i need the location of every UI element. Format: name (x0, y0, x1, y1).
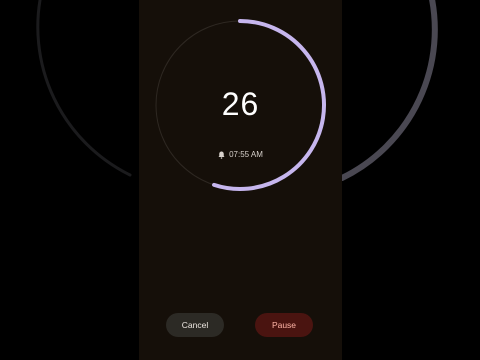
pause-button[interactable]: Pause (255, 313, 313, 337)
timer-screen: 26 07:55 AM Cancel Pause (139, 0, 342, 360)
timer-progress-ring (155, 19, 326, 191)
screen: 26 07:55 AM Cancel Pause (0, 0, 480, 360)
bell-icon (218, 151, 225, 159)
alarm-time-row: 07:55 AM (139, 150, 342, 159)
timer-remaining: 26 (221, 86, 260, 122)
alarm-time-label: 07:55 AM (229, 150, 263, 159)
cancel-button[interactable]: Cancel (166, 313, 224, 337)
